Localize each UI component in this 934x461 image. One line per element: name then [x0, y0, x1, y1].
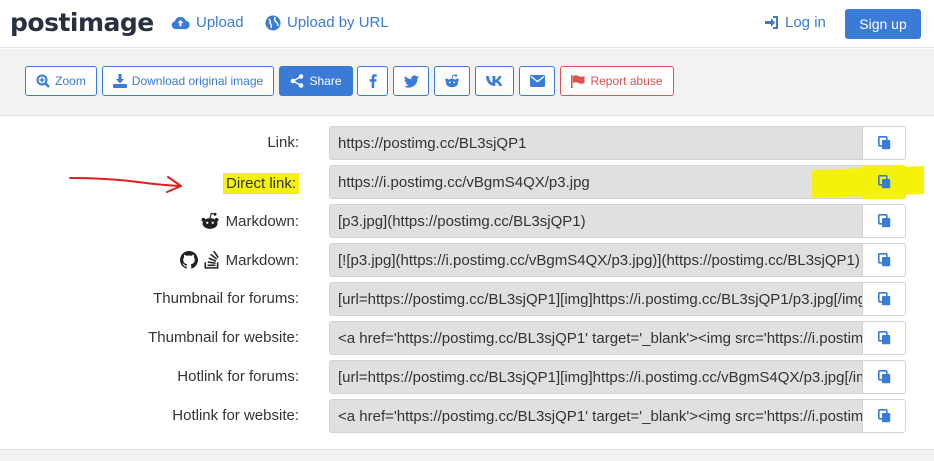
copy-direct-link-button[interactable]: [862, 165, 906, 199]
thumbnail-website-row: Thumbnail for website: <a href='https://…: [0, 321, 934, 355]
sign-in-icon: [765, 16, 778, 29]
login-label: Log in: [785, 14, 826, 31]
thumbnail-forums-field[interactable]: [url=https://postimg.cc/BL3sjQP1][img]ht…: [329, 282, 863, 316]
copy-icon: [877, 331, 890, 345]
markdown-github-field[interactable]: [![p3.jpg](https://i.postimg.cc/vBgmS4QX…: [329, 243, 863, 277]
reddit-icon: [445, 74, 459, 88]
upload-by-url-label: Upload by URL: [287, 14, 389, 31]
download-label: Download original image: [131, 74, 264, 88]
image-toolbar: Zoom Download original image Share Repor…: [0, 49, 934, 116]
download-icon: [112, 74, 127, 88]
flag-icon: [571, 74, 585, 88]
share-button[interactable]: Share: [279, 66, 353, 96]
direct-link-field[interactable]: https://i.postimg.cc/vBgmS4QX/p3.jpg: [329, 165, 863, 199]
share-reddit-button[interactable]: [434, 66, 470, 96]
copy-link-button[interactable]: [862, 126, 906, 160]
copy-icon: [877, 253, 890, 267]
stack-overflow-icon: [204, 251, 219, 269]
reddit-icon: [201, 212, 219, 229]
copy-icon: [877, 214, 890, 228]
copy-thumbnail-website-button[interactable]: [862, 321, 906, 355]
copy-icon: [877, 136, 890, 150]
cloud-upload-icon: [171, 16, 190, 30]
hotlink-forums-label: Hotlink for forums:: [177, 368, 299, 385]
markdown-reddit-label: Markdown:: [200, 212, 299, 230]
links-panel: Link: https://postimg.cc/BL3sjQP1 Direct…: [0, 117, 934, 449]
bottom-bar: [0, 449, 934, 461]
hotlink-forums-row: Hotlink for forums: [url=https://postimg…: [0, 360, 934, 394]
report-abuse-label: Report abuse: [590, 74, 663, 88]
thumbnail-forums-label: Thumbnail for forums:: [153, 290, 299, 307]
link-field[interactable]: https://postimg.cc/BL3sjQP1: [329, 126, 863, 160]
copy-markdown-reddit-button[interactable]: [862, 204, 906, 238]
copy-thumbnail-forums-button[interactable]: [862, 282, 906, 316]
share-email-button[interactable]: [519, 66, 555, 96]
markdown-github-row: Markdown: [![p3.jpg](https://i.postimg.c…: [0, 243, 934, 277]
markdown-github-label: Markdown:: [179, 251, 299, 269]
share-icon: [291, 74, 304, 88]
hotlink-website-field[interactable]: <a href='https://postimg.cc/BL3sjQP1' ta…: [329, 399, 863, 433]
link-row: Link: https://postimg.cc/BL3sjQP1: [0, 126, 934, 160]
hotlink-website-row: Hotlink for website: <a href='https://po…: [0, 399, 934, 433]
hotlink-forums-field[interactable]: [url=https://postimg.cc/BL3sjQP1][img]ht…: [329, 360, 863, 394]
zoom-button[interactable]: Zoom: [25, 66, 97, 96]
upload-by-url-link[interactable]: Upload by URL: [265, 14, 389, 31]
copy-icon: [877, 292, 890, 306]
upload-label: Upload: [196, 14, 244, 31]
copy-markdown-github-button[interactable]: [862, 243, 906, 277]
thumbnail-website-field[interactable]: <a href='https://postimg.cc/BL3sjQP1' ta…: [329, 321, 863, 355]
red-arrow-annotation: [69, 176, 182, 193]
signup-button[interactable]: Sign up: [845, 9, 921, 39]
vk-icon: [486, 76, 503, 86]
markdown-reddit-row: Markdown: [p3.jpg](https://postimg.cc/BL…: [0, 204, 934, 238]
postimage-logo[interactable]: postimage: [10, 8, 154, 37]
report-abuse-button[interactable]: Report abuse: [560, 66, 674, 96]
copy-icon: [877, 370, 890, 384]
thumbnail-website-label: Thumbnail for website:: [148, 329, 299, 346]
share-twitter-button[interactable]: [393, 66, 429, 96]
markdown-reddit-field[interactable]: [p3.jpg](https://postimg.cc/BL3sjQP1): [329, 204, 863, 238]
share-vk-button[interactable]: [475, 66, 514, 96]
copy-icon: [877, 175, 890, 189]
share-label: Share: [309, 74, 342, 88]
download-original-button[interactable]: Download original image: [102, 66, 274, 96]
share-facebook-button[interactable]: [357, 66, 388, 96]
link-label: Link:: [267, 134, 299, 151]
upload-link[interactable]: Upload: [171, 14, 244, 31]
direct-link-label: Direct link:: [222, 173, 299, 194]
thumbnail-forums-row: Thumbnail for forums: [url=https://posti…: [0, 282, 934, 316]
copy-icon: [877, 409, 890, 423]
hotlink-website-label: Hotlink for website:: [172, 407, 299, 424]
zoom-label: Zoom: [55, 74, 86, 88]
top-navbar: postimage Upload Upload by URL Log in Si…: [0, 0, 934, 48]
copy-hotlink-forums-button[interactable]: [862, 360, 906, 394]
globe-icon: [265, 15, 281, 30]
email-icon: [529, 75, 545, 87]
github-icon: [179, 251, 198, 269]
facebook-icon: [369, 74, 377, 88]
twitter-icon: [403, 74, 419, 88]
login-link[interactable]: Log in: [765, 14, 826, 31]
zoom-icon: [36, 74, 51, 88]
copy-hotlink-website-button[interactable]: [862, 399, 906, 433]
